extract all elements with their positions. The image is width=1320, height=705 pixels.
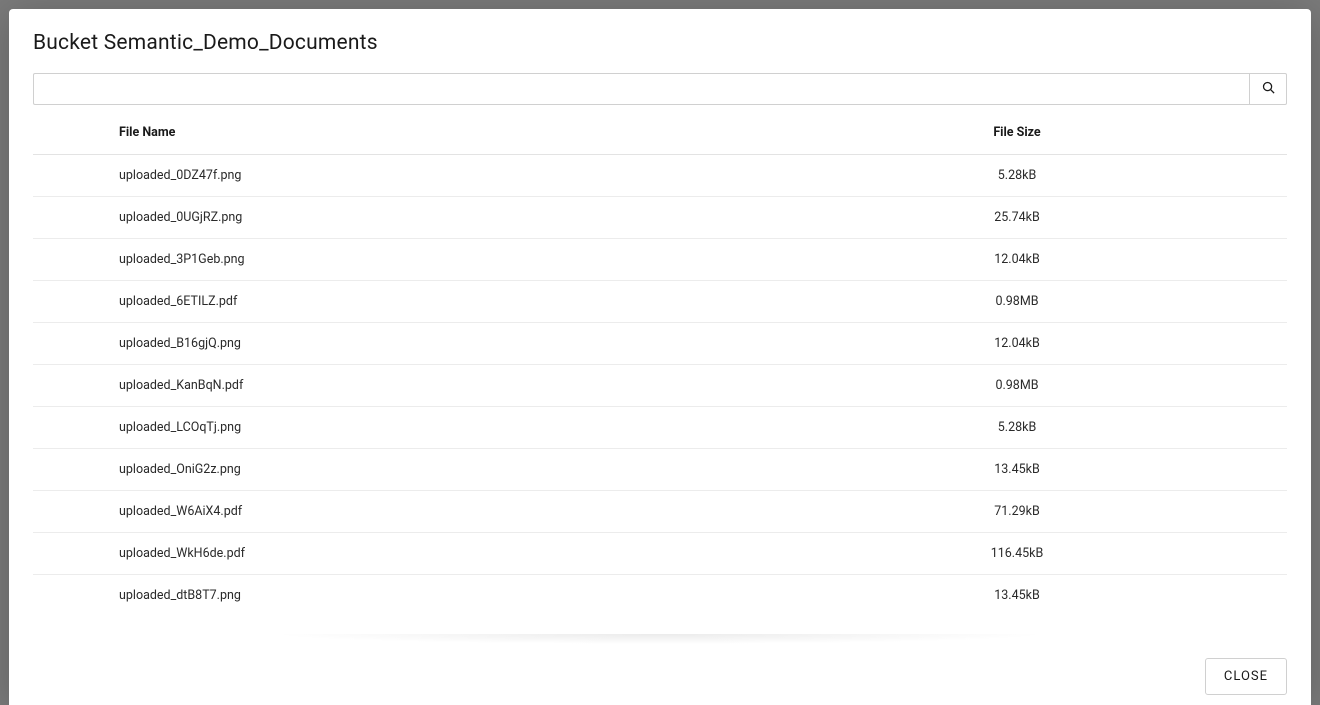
close-button[interactable]: CLOSE [1205,658,1287,695]
search-icon [1261,80,1276,98]
row-spacer [33,407,111,449]
row-spacer-tail [1117,323,1287,365]
row-spacer-tail [1117,407,1287,449]
file-name-cell: uploaded_0DZ47f.png [111,155,917,197]
table-row[interactable]: uploaded_0DZ47f.png5.28kB [33,155,1287,197]
file-name-cell: uploaded_B16gjQ.png [111,323,917,365]
search-button[interactable] [1249,73,1287,105]
file-size-cell: 71.29kB [917,491,1117,533]
table-row[interactable]: uploaded_0UGjRZ.png25.74kB [33,197,1287,239]
row-spacer-tail [1117,365,1287,407]
file-size-cell: 116.45kB [917,533,1117,575]
column-spacer [33,111,111,155]
row-spacer-tail [1117,491,1287,533]
table-header-row: File Name File Size [33,111,1287,155]
row-spacer [33,323,111,365]
row-spacer-tail [1117,197,1287,239]
row-spacer [33,575,111,617]
row-spacer-tail [1117,449,1287,491]
file-size-cell: 13.45kB [917,449,1117,491]
file-size-cell: 25.74kB [917,197,1117,239]
table-row[interactable]: uploaded_3P1Geb.png12.04kB [33,239,1287,281]
file-size-cell: 0.98MB [917,365,1117,407]
file-size-cell: 5.28kB [917,407,1117,449]
column-spacer-tail [1117,111,1287,155]
file-name-cell: uploaded_3P1Geb.png [111,239,917,281]
file-size-cell: 12.04kB [917,239,1117,281]
file-name-cell: uploaded_dtB8T7.png [111,575,917,617]
file-name-cell: uploaded_W6AiX4.pdf [111,491,917,533]
file-size-cell: 12.04kB [917,323,1117,365]
table-row[interactable]: uploaded_B16gjQ.png12.04kB [33,323,1287,365]
row-spacer [33,449,111,491]
table-row[interactable]: uploaded_dtB8T7.png13.45kB [33,575,1287,617]
row-spacer [33,533,111,575]
row-spacer [33,281,111,323]
table-row[interactable]: uploaded_LCOqTj.png5.28kB [33,407,1287,449]
table-row[interactable]: uploaded_KanBqN.pdf0.98MB [33,365,1287,407]
file-name-cell: uploaded_WkH6de.pdf [111,533,917,575]
row-spacer [33,239,111,281]
row-spacer [33,491,111,533]
search-input[interactable] [33,73,1249,105]
bucket-files-modal: Bucket Semantic_Demo_Documents File Name… [9,9,1311,705]
row-spacer-tail [1117,239,1287,281]
row-spacer [33,365,111,407]
column-header-size[interactable]: File Size [917,111,1117,155]
file-size-cell: 0.98MB [917,281,1117,323]
table-row[interactable]: uploaded_WkH6de.pdf116.45kB [33,533,1287,575]
file-table: File Name File Size uploaded_0DZ47f.png5… [33,111,1287,616]
file-name-cell: uploaded_OniG2z.png [111,449,917,491]
row-spacer [33,155,111,197]
row-spacer-tail [1117,575,1287,617]
column-header-name[interactable]: File Name [111,111,917,155]
file-size-cell: 13.45kB [917,575,1117,617]
row-spacer-tail [1117,155,1287,197]
row-spacer-tail [1117,281,1287,323]
file-name-cell: uploaded_0UGjRZ.png [111,197,917,239]
modal-footer: CLOSE [9,644,1311,705]
modal-title: Bucket Semantic_Demo_Documents [33,31,1287,55]
file-name-cell: uploaded_6ETILZ.pdf [111,281,917,323]
modal-body: File Name File Size uploaded_0DZ47f.png5… [9,73,1311,644]
file-name-cell: uploaded_KanBqN.pdf [111,365,917,407]
file-size-cell: 5.28kB [917,155,1117,197]
table-row[interactable]: uploaded_OniG2z.png13.45kB [33,449,1287,491]
row-spacer-tail [1117,533,1287,575]
row-spacer [33,197,111,239]
search-row [33,73,1287,105]
modal-header: Bucket Semantic_Demo_Documents [9,9,1311,73]
file-name-cell: uploaded_LCOqTj.png [111,407,917,449]
table-row[interactable]: uploaded_6ETILZ.pdf0.98MB [33,281,1287,323]
table-row[interactable]: uploaded_W6AiX4.pdf71.29kB [33,491,1287,533]
